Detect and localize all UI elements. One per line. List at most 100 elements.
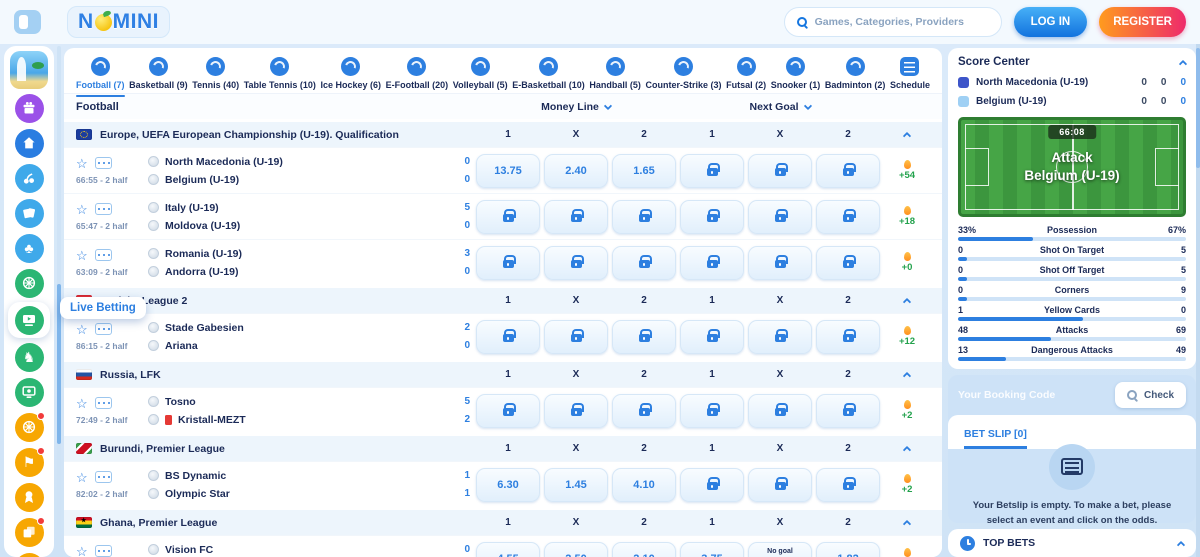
next-goal-dropdown[interactable]: Next Goal bbox=[749, 101, 812, 113]
match-row[interactable]: ☆ 63:09 - 2 half Romania (U-19) Andorra (U-… bbox=[64, 239, 942, 285]
booking-code-input[interactable] bbox=[958, 389, 1107, 401]
sidebar-toggle-button[interactable] bbox=[14, 10, 41, 34]
sidebar-item-tournaments[interactable] bbox=[10, 551, 48, 557]
odds-button[interactable] bbox=[544, 319, 608, 354]
odds-button[interactable] bbox=[680, 467, 744, 502]
match-tracker-icon[interactable] bbox=[94, 471, 112, 483]
league-header[interactable]: Europe, UEFA European Championship (U-19… bbox=[64, 122, 942, 147]
sidebar-item-featured-promo[interactable] bbox=[10, 51, 48, 89]
favorite-star-icon[interactable]: ☆ bbox=[76, 203, 88, 216]
favorite-star-icon[interactable]: ☆ bbox=[76, 545, 88, 557]
odds-button[interactable] bbox=[680, 245, 744, 280]
tab-e-basketball[interactable]: E-Basketball (10) bbox=[510, 57, 587, 90]
odds-button[interactable] bbox=[816, 319, 880, 354]
sidebar-item-lobby[interactable] bbox=[10, 127, 48, 159]
odds-button[interactable] bbox=[680, 393, 744, 428]
odds-button[interactable] bbox=[680, 153, 744, 188]
odds-button[interactable] bbox=[612, 393, 676, 428]
sidebar-item-live-betting[interactable] bbox=[8, 302, 50, 338]
odds-button[interactable]: 1.82 bbox=[816, 541, 880, 557]
search-bar[interactable] bbox=[783, 7, 1002, 37]
tab-bet-slip[interactable]: BET SLIP [0] bbox=[964, 428, 1027, 449]
match-tracker-icon[interactable] bbox=[94, 397, 112, 409]
collapse-chevron-icon[interactable] bbox=[902, 366, 912, 384]
odds-button[interactable] bbox=[680, 199, 744, 234]
check-booking-button[interactable]: Check bbox=[1114, 382, 1186, 408]
tab-schedule[interactable]: Schedule bbox=[888, 57, 932, 90]
odds-button[interactable] bbox=[748, 319, 812, 354]
favorite-star-icon[interactable]: ☆ bbox=[76, 397, 88, 410]
odds-button[interactable] bbox=[544, 199, 608, 234]
favorite-star-icon[interactable]: ☆ bbox=[76, 323, 88, 336]
favorite-star-icon[interactable]: ☆ bbox=[76, 249, 88, 262]
odds-button[interactable] bbox=[476, 393, 540, 428]
odds-button[interactable]: 13.75 bbox=[476, 153, 540, 188]
odds-button[interactable]: 2.50 bbox=[544, 541, 608, 557]
match-tracker-icon[interactable] bbox=[94, 157, 112, 169]
page-scrollbar-thumb[interactable] bbox=[1196, 48, 1200, 168]
tab-snooker[interactable]: Snooker (1) bbox=[769, 57, 823, 90]
sidebar-item-promotions[interactable] bbox=[10, 516, 48, 548]
match-row[interactable]: ☆ 65:47 - 2 half Italy (U-19) Moldova (U-19… bbox=[64, 193, 942, 239]
search-input[interactable] bbox=[814, 16, 989, 28]
collapse-chevron-icon[interactable] bbox=[902, 514, 912, 532]
tab-handball[interactable]: Handball (5) bbox=[587, 57, 643, 90]
league-header[interactable]: Russia, LFK 1 X 2 1 X 2 bbox=[64, 362, 942, 387]
tab-ice-hockey[interactable]: Ice Hockey (6) bbox=[319, 57, 384, 90]
page-scrollbar[interactable] bbox=[1196, 0, 1200, 557]
match-tracker-icon[interactable] bbox=[94, 545, 112, 557]
sidebar-item-quests[interactable]: ⚑ bbox=[10, 446, 48, 478]
odds-button[interactable] bbox=[816, 393, 880, 428]
odds-button[interactable] bbox=[816, 199, 880, 234]
sidebar-item-table-games[interactable]: ♣ bbox=[10, 232, 48, 264]
odds-button[interactable] bbox=[612, 199, 676, 234]
nomini-logo[interactable]: N MINI bbox=[67, 6, 170, 38]
collapse-chevron-icon[interactable] bbox=[1178, 59, 1188, 68]
collapse-chevron-icon[interactable] bbox=[902, 126, 912, 144]
odds-button[interactable]: No goal3.40 bbox=[748, 541, 812, 557]
odds-button[interactable] bbox=[476, 319, 540, 354]
odds-button[interactable] bbox=[612, 245, 676, 280]
match-row[interactable]: ☆ 86:15 - 2 half Stade Gabesien Ariana 2 0 +12 bbox=[64, 313, 942, 359]
sidebar-item-virtual-sports[interactable] bbox=[10, 376, 48, 408]
favorite-star-icon[interactable]: ☆ bbox=[76, 471, 88, 484]
odds-button[interactable]: 2.40 bbox=[544, 153, 608, 188]
odds-button[interactable] bbox=[748, 199, 812, 234]
tab-counter-strike[interactable]: Counter-Strike (3) bbox=[643, 57, 723, 90]
match-row[interactable]: ☆ 66:55 - 2 half North Macedonia (U-19) Bel… bbox=[64, 147, 942, 193]
sidebar-item-loyalty[interactable] bbox=[10, 481, 48, 513]
odds-button[interactable] bbox=[476, 199, 540, 234]
odds-button[interactable] bbox=[680, 319, 744, 354]
sidebar-item-gifts[interactable] bbox=[10, 92, 48, 124]
match-tracker-icon[interactable] bbox=[94, 249, 112, 261]
odds-button[interactable] bbox=[748, 393, 812, 428]
odds-button[interactable]: 2.10 bbox=[612, 541, 676, 557]
register-button[interactable]: REGISTER bbox=[1099, 7, 1186, 37]
tab-e-football[interactable]: E-Football (20) bbox=[384, 57, 451, 90]
tab-table-tennis[interactable]: Table Tennis (10) bbox=[242, 57, 318, 90]
league-header[interactable]: Ghana, Premier League 1 X 2 1 X 2 bbox=[64, 510, 942, 535]
match-row[interactable]: ☆28:15 - 1 half Vision FCKotoko 00 4.55 2.50… bbox=[64, 535, 942, 557]
sidebar-item-card-games[interactable] bbox=[10, 197, 48, 229]
sidebar-item-slots[interactable] bbox=[10, 162, 48, 194]
odds-button[interactable]: 1.65 bbox=[612, 153, 676, 188]
odds-button[interactable] bbox=[816, 467, 880, 502]
match-tracker-icon[interactable] bbox=[94, 323, 112, 335]
sidebar-item-live-casino[interactable] bbox=[10, 267, 48, 299]
tab-basketball[interactable]: Basketball (9) bbox=[127, 57, 190, 90]
odds-button[interactable] bbox=[816, 245, 880, 280]
odds-button[interactable] bbox=[816, 153, 880, 188]
tab-volleyball[interactable]: Volleyball (5) bbox=[451, 57, 510, 90]
odds-button[interactable] bbox=[544, 393, 608, 428]
tab-football[interactable]: Football (7) bbox=[74, 57, 127, 97]
collapse-chevron-icon[interactable] bbox=[902, 292, 912, 310]
odds-button[interactable]: 1.45 bbox=[544, 467, 608, 502]
odds-button[interactable]: 4.10 bbox=[612, 467, 676, 502]
odds-button[interactable] bbox=[748, 153, 812, 188]
tab-tennis[interactable]: Tennis (40) bbox=[190, 57, 241, 90]
match-row[interactable]: ☆ 82:02 - 2 half BS Dynamic Olympic Star 1 1 6… bbox=[64, 461, 942, 507]
tab-futsal[interactable]: Futsal (2) bbox=[724, 57, 768, 90]
match-row[interactable]: ☆ 72:49 - 2 half Tosno Kristall-MEZT 5 2 +2 bbox=[64, 387, 942, 433]
odds-button[interactable]: 3.75 bbox=[680, 541, 744, 557]
league-header[interactable]: Burundi, Premier League 1 X 2 1 X 2 bbox=[64, 436, 942, 461]
